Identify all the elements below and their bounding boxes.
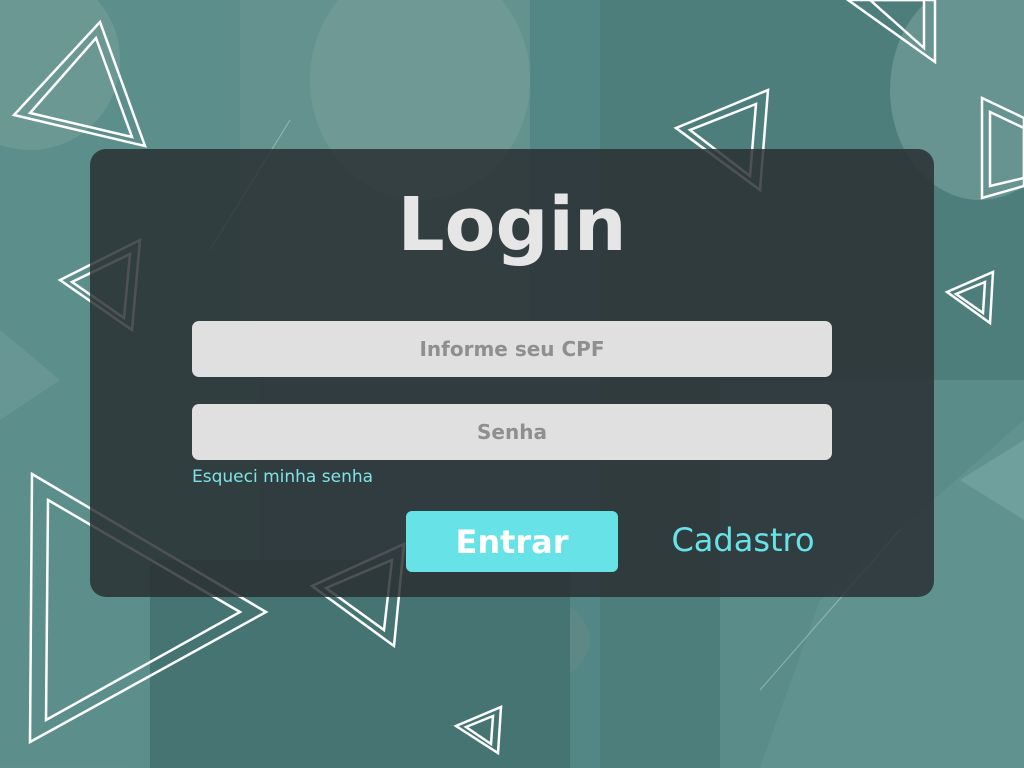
forgot-password-link[interactable]: Esqueci minha senha — [192, 467, 373, 487]
login-title: Login — [397, 182, 627, 268]
enter-button[interactable]: Entrar — [406, 511, 618, 572]
password-input[interactable] — [192, 404, 832, 460]
login-screen: Login Esqueci minha senha Entrar Cadastr… — [0, 0, 1024, 768]
cpf-input[interactable] — [192, 321, 832, 377]
signup-link[interactable]: Cadastro — [660, 519, 826, 561]
